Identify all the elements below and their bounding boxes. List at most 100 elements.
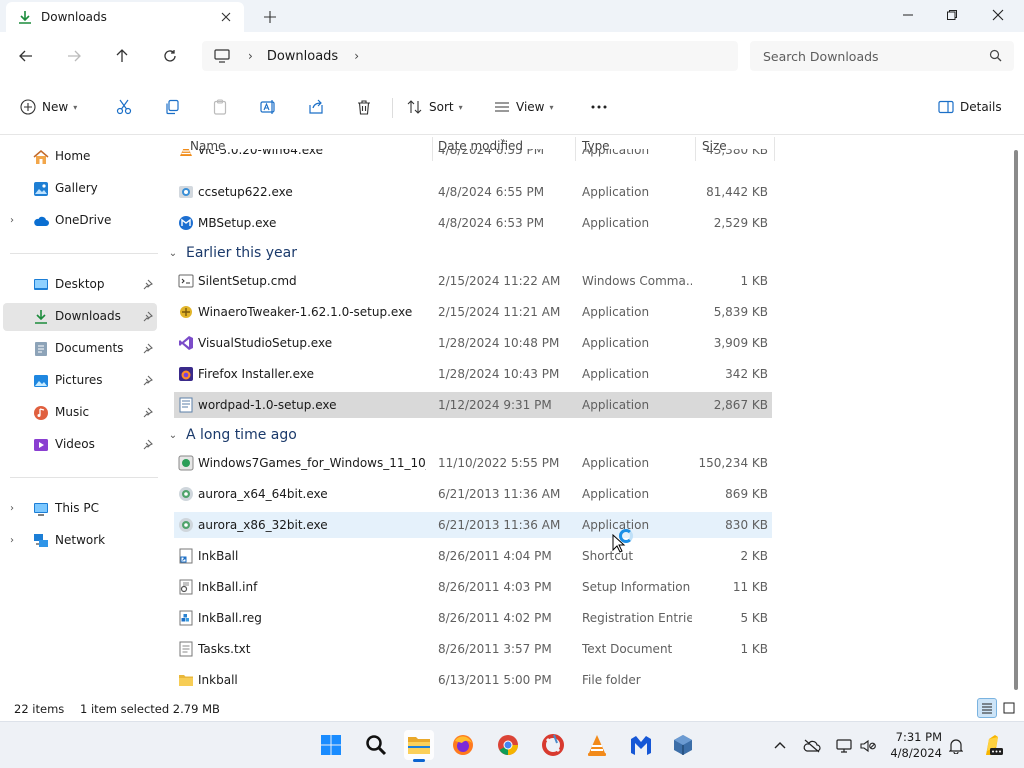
- virtualbox-taskbar-button[interactable]: [668, 730, 698, 760]
- pin-icon[interactable]: [142, 311, 153, 322]
- sidebar-item-music[interactable]: Music: [3, 399, 157, 427]
- refresh-button[interactable]: [158, 44, 182, 68]
- vertical-scrollbar[interactable]: [1014, 150, 1018, 690]
- file-size: 5,839 KB: [713, 305, 768, 319]
- file-explorer-taskbar-button[interactable]: [404, 730, 434, 762]
- group-header-earlier[interactable]: ⌄ Earlier this year: [166, 241, 297, 265]
- sort-button[interactable]: Sort ▾: [407, 94, 463, 120]
- table-row[interactable]: WinaeroTweaker-1.62.1.0-setup.exe 2/15/2…: [174, 299, 772, 325]
- details-button[interactable]: Details: [938, 94, 1002, 120]
- table-row[interactable]: aurora_x64_64bit.exe 6/21/2013 11:36 AM …: [174, 481, 772, 507]
- chevron-down-icon[interactable]: ⌄: [166, 430, 180, 441]
- network-wired-icon: [836, 739, 852, 753]
- pin-icon[interactable]: [142, 375, 153, 386]
- installer-icon: [179, 518, 193, 532]
- pin-icon[interactable]: [142, 439, 153, 450]
- table-row-selected[interactable]: wordpad-1.0-setup.exe 1/12/2024 9:31 PM …: [174, 392, 772, 418]
- view-button[interactable]: View ▾: [494, 94, 554, 120]
- table-row-hover[interactable]: aurora_x86_32bit.exe 6/21/2013 11:36 AM …: [174, 512, 772, 538]
- search-taskbar-button[interactable]: [361, 730, 391, 760]
- clock-time: 7:31 PM: [895, 730, 942, 744]
- volume-tray-button[interactable]: [858, 736, 878, 756]
- file-list: Name ⌄ Date modified Type Size vlc-3.0.2…: [160, 135, 1010, 695]
- sidebar-item-gallery[interactable]: Gallery: [3, 175, 157, 203]
- rename-icon: [260, 100, 275, 114]
- table-row[interactable]: InkBall.inf 8/26/2011 4:03 PM Setup Info…: [174, 574, 772, 600]
- tiles-view-button[interactable]: [999, 698, 1019, 718]
- maximize-button[interactable]: [938, 4, 966, 26]
- table-row[interactable]: Inkball 6/13/2011 5:00 PM File folder: [174, 667, 772, 693]
- delete-button[interactable]: [356, 94, 372, 120]
- up-button[interactable]: [110, 44, 134, 68]
- table-row[interactable]: SilentSetup.cmd 2/15/2024 11:22 AM Windo…: [174, 268, 772, 294]
- tray-overflow-button[interactable]: [770, 736, 790, 756]
- details-view-button[interactable]: [977, 698, 997, 718]
- table-row[interactable]: vlc-3.0.20-win64.exe 4/8/2024 6:55 PM Ap…: [174, 149, 772, 163]
- copy-button[interactable]: [164, 94, 180, 120]
- pin-icon[interactable]: [142, 279, 153, 290]
- onedrive-tray-button[interactable]: [802, 736, 822, 756]
- sidebar-item-videos[interactable]: Videos: [3, 431, 157, 459]
- rename-button[interactable]: [260, 94, 276, 120]
- search-input[interactable]: [763, 48, 983, 64]
- more-options-button[interactable]: [590, 94, 608, 120]
- item-count: 22 items: [14, 702, 65, 716]
- file-type: Registration Entries: [582, 611, 692, 625]
- chevron-up-icon: [774, 742, 786, 749]
- chevron-right-icon[interactable]: ›: [10, 535, 14, 546]
- paste-button[interactable]: [212, 94, 228, 120]
- sidebar-item-onedrive[interactable]: › OneDrive: [3, 207, 157, 235]
- table-row[interactable]: InkBall 8/26/2011 4:04 PM Shortcut 2 KB: [174, 543, 772, 569]
- back-button[interactable]: [14, 44, 38, 68]
- copilot-button[interactable]: [980, 732, 1004, 758]
- table-row[interactable]: VisualStudioSetup.exe 1/28/2024 10:48 PM…: [174, 330, 772, 356]
- sidebar-item-network[interactable]: › Network: [3, 527, 157, 555]
- ccleaner-taskbar-button[interactable]: [538, 730, 568, 760]
- group-header-longago[interactable]: ⌄ A long time ago: [166, 423, 297, 447]
- sidebar-item-pictures[interactable]: Pictures: [3, 367, 157, 395]
- sidebar-item-home[interactable]: Home: [3, 143, 157, 171]
- malwarebytes-taskbar-button[interactable]: [626, 730, 656, 760]
- table-row[interactable]: Windows7Games_for_Windows_11_10_8.... 11…: [174, 450, 772, 476]
- chrome-taskbar-button[interactable]: [493, 730, 523, 760]
- table-row[interactable]: InkBall.reg 8/26/2011 4:02 PM Registrati…: [174, 605, 772, 631]
- table-row[interactable]: MBSetup.exe 4/8/2024 6:53 PM Application…: [174, 210, 772, 236]
- sidebar-item-this-pc[interactable]: › This PC: [3, 495, 157, 523]
- table-row[interactable]: Tasks.txt 8/26/2011 3:57 PM Text Documen…: [174, 636, 772, 662]
- share-button[interactable]: [308, 94, 324, 120]
- notification-button[interactable]: [946, 736, 966, 756]
- column-separator[interactable]: [774, 137, 775, 161]
- chevron-down-icon[interactable]: ⌄: [166, 248, 180, 259]
- new-tab-button[interactable]: [260, 7, 280, 27]
- sidebar-item-downloads[interactable]: Downloads: [3, 303, 157, 331]
- breadcrumb-downloads[interactable]: Downloads: [267, 49, 338, 64]
- chevron-right-icon[interactable]: ›: [354, 49, 359, 63]
- file-name: Windows7Games_for_Windows_11_10_8....: [198, 456, 426, 470]
- tab-close-icon[interactable]: [218, 9, 234, 25]
- search-box[interactable]: [750, 41, 1014, 71]
- table-row[interactable]: ccsetup622.exe 4/8/2024 6:55 PM Applicat…: [174, 179, 772, 205]
- vlc-taskbar-button[interactable]: [582, 730, 612, 760]
- forward-button[interactable]: [62, 44, 86, 68]
- address-bar[interactable]: › Downloads ›: [202, 41, 738, 71]
- start-button[interactable]: [316, 730, 346, 760]
- cut-button[interactable]: [116, 94, 132, 120]
- table-row[interactable]: Firefox Installer.exe 1/28/2024 10:43 PM…: [174, 361, 772, 387]
- file-type: Shortcut: [582, 549, 634, 563]
- sidebar-item-desktop[interactable]: Desktop: [3, 271, 157, 299]
- tab-downloads[interactable]: Downloads: [6, 2, 244, 32]
- new-button[interactable]: New ▾: [20, 94, 77, 120]
- chevron-right-icon[interactable]: ›: [10, 503, 14, 514]
- file-type: Application: [582, 305, 650, 319]
- minimize-button[interactable]: [894, 4, 922, 26]
- chevron-right-icon[interactable]: ›: [248, 49, 253, 63]
- firefox-taskbar-button[interactable]: [448, 730, 478, 760]
- clock[interactable]: 7:31 PM 4/8/2024: [886, 729, 942, 761]
- download-icon: [35, 310, 47, 324]
- network-tray-button[interactable]: [834, 736, 854, 756]
- close-button[interactable]: [984, 4, 1012, 26]
- chevron-right-icon[interactable]: ›: [10, 215, 14, 226]
- sidebar-item-documents[interactable]: Documents: [3, 335, 157, 363]
- pin-icon[interactable]: [142, 407, 153, 418]
- pin-icon[interactable]: [142, 343, 153, 354]
